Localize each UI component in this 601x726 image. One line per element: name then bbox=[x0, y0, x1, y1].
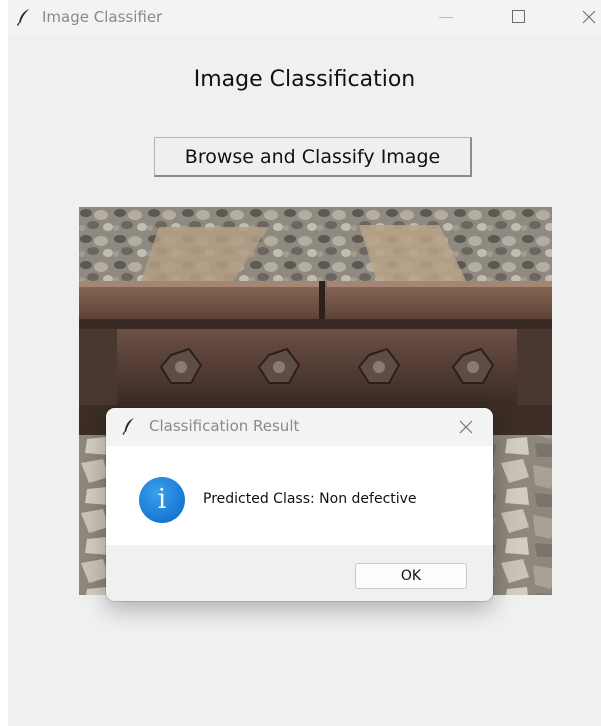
info-icon: i bbox=[139, 477, 185, 523]
dialog-title: Classification Result bbox=[149, 417, 300, 435]
minimize-icon[interactable] bbox=[426, 4, 466, 30]
dialog-title-bar[interactable]: Classification Result bbox=[106, 408, 493, 446]
main-window: Image Classifier Image Classification Br… bbox=[8, 0, 601, 726]
browse-classify-button[interactable]: Browse and Classify Image bbox=[154, 137, 472, 177]
ok-button[interactable]: OK bbox=[355, 563, 467, 589]
dialog-footer: OK bbox=[106, 545, 493, 601]
close-icon[interactable] bbox=[570, 4, 601, 30]
close-icon[interactable] bbox=[456, 417, 476, 437]
maximize-icon[interactable] bbox=[498, 4, 538, 30]
feather-icon bbox=[16, 9, 30, 26]
classification-result-dialog: Classification Result i Predicted Class:… bbox=[106, 408, 493, 601]
dialog-body: i Predicted Class: Non defective bbox=[106, 446, 493, 545]
result-message: Predicted Class: Non defective bbox=[203, 491, 417, 507]
page-title: Image Classification bbox=[193, 67, 416, 92]
feather-icon bbox=[122, 418, 134, 435]
window-title: Image Classifier bbox=[42, 8, 163, 26]
title-bar[interactable]: Image Classifier bbox=[8, 0, 601, 34]
